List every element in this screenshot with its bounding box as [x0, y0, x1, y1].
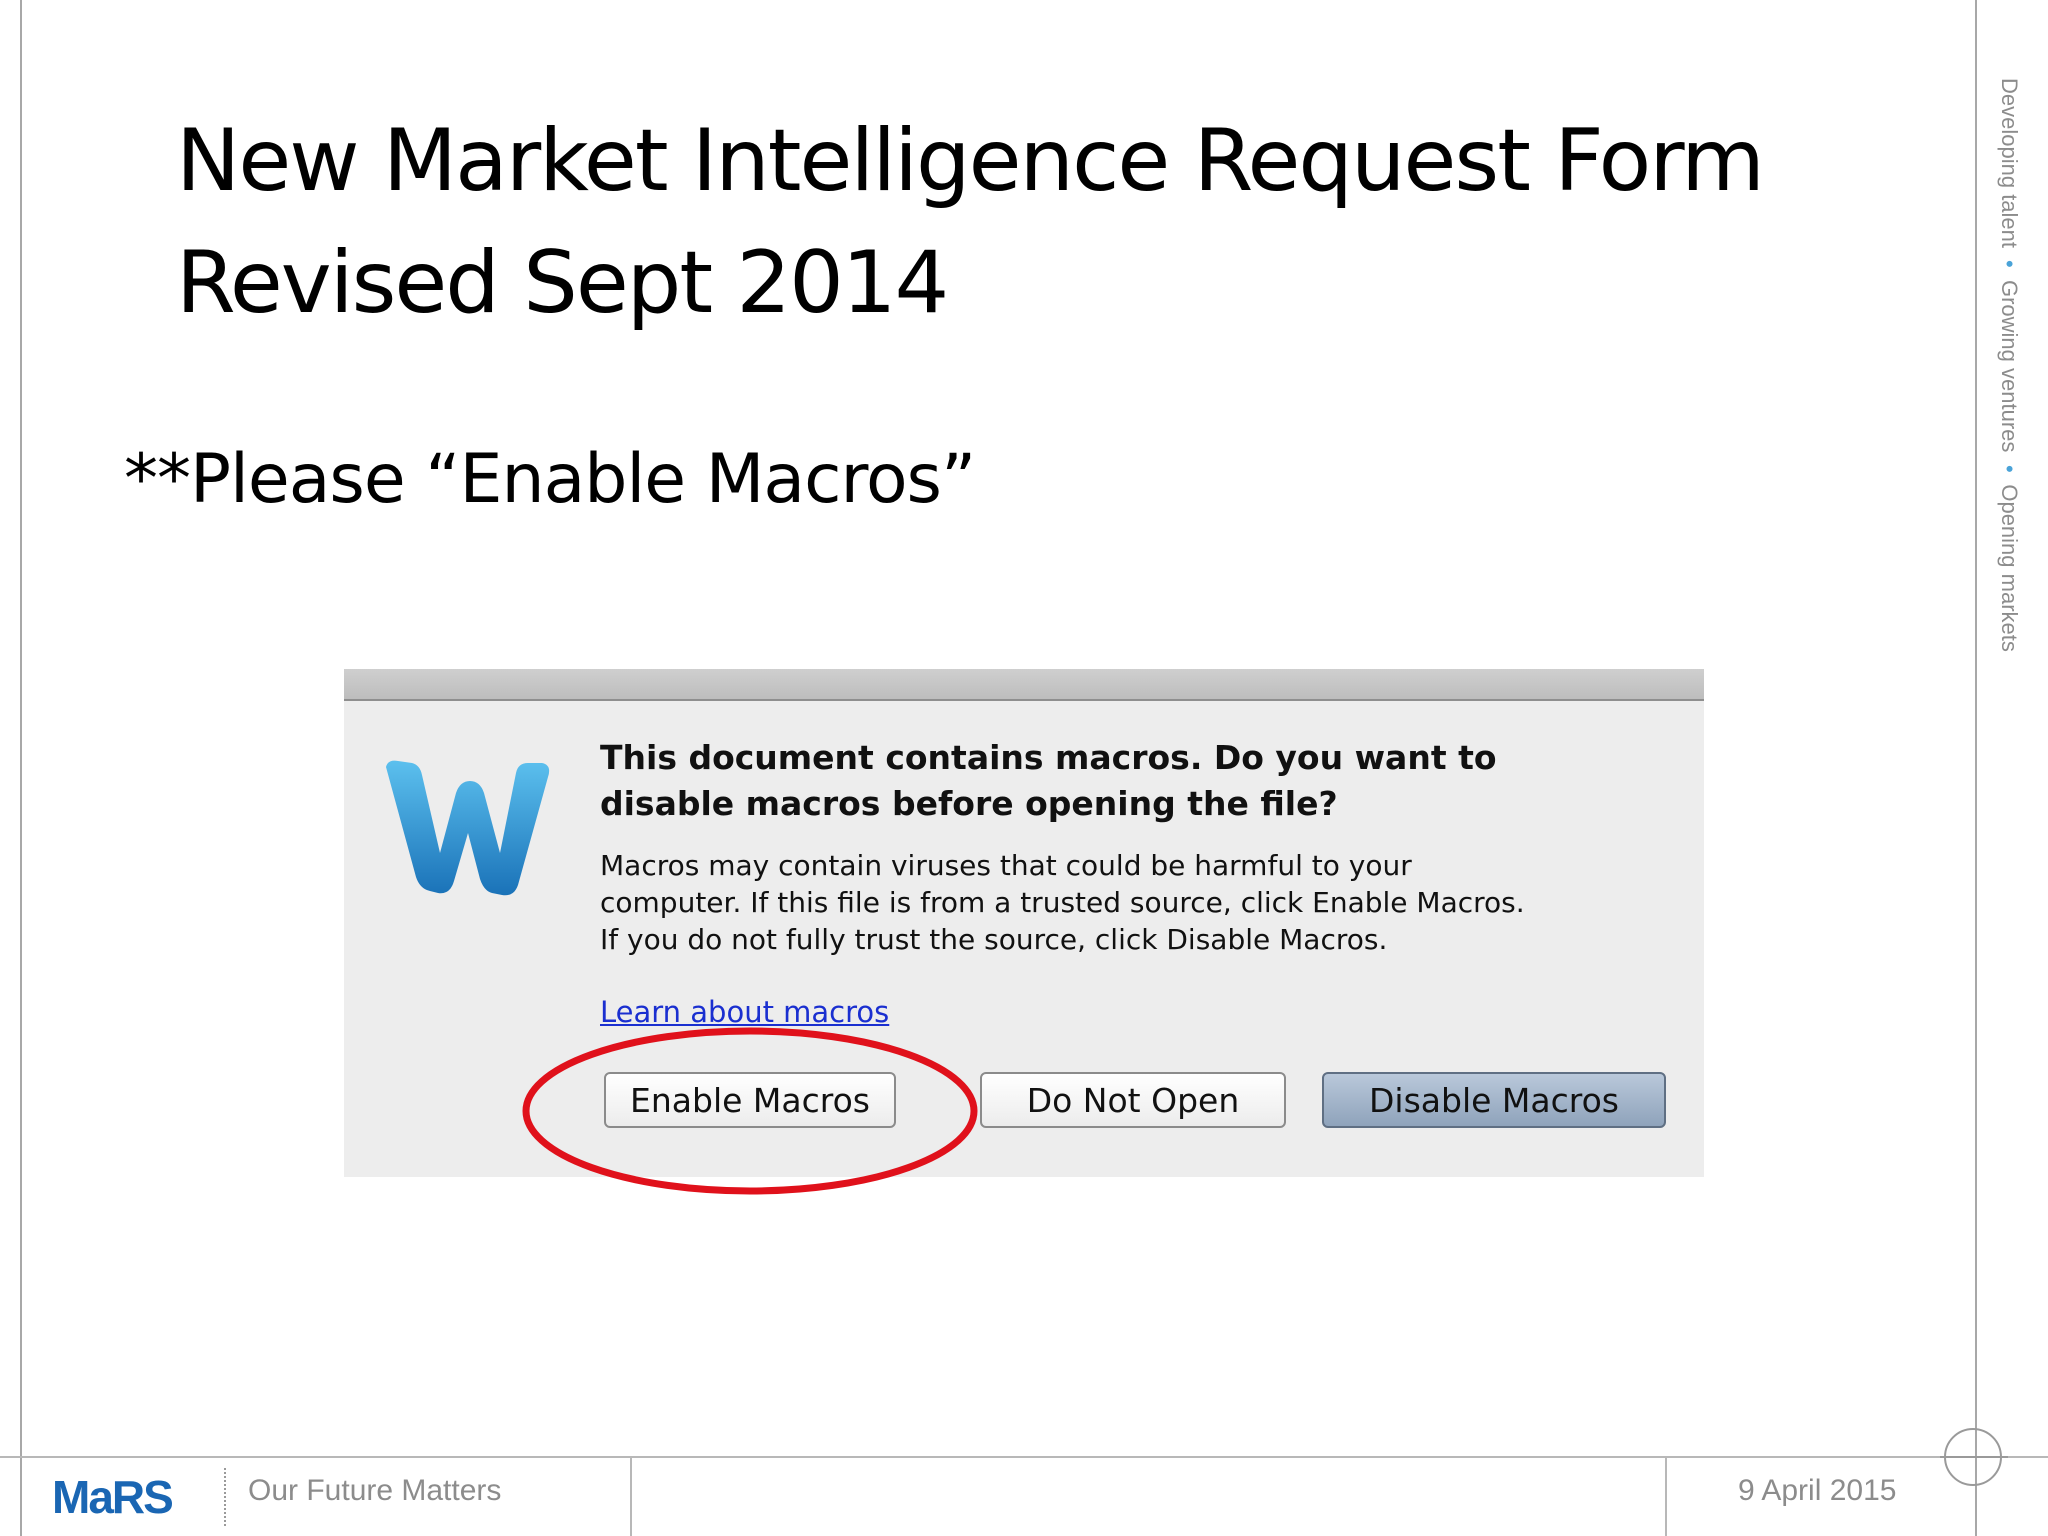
disable-macros-button[interactable]: Disable Macros — [1322, 1072, 1666, 1128]
side-tagline: Developing talent • Growing ventures • O… — [1996, 78, 2022, 652]
slide-title: New Market Intelligence Request Form Rev… — [176, 100, 1876, 344]
footer-separator-right — [1665, 1458, 1667, 1536]
mars-logo: MaRS — [52, 1471, 174, 1523]
footer-rule — [0, 1456, 2048, 1458]
dialog-heading-line2: disable macros before opening the file? — [600, 784, 1338, 823]
slide-title-line2: Revised Sept 2014 — [176, 233, 949, 333]
word-icon — [386, 760, 550, 896]
dialog-heading: This document contains macros. Do you wa… — [600, 735, 1600, 827]
footer-tagline: Our Future Matters — [248, 1474, 502, 1507]
learn-about-macros-link[interactable]: Learn about macros — [600, 995, 889, 1029]
highlight-ellipse — [522, 1027, 978, 1195]
dialog-message-line3: If you do not fully trust the source, cl… — [600, 923, 1388, 956]
dialog-message-line2: computer. If this file is from a trusted… — [600, 886, 1525, 919]
side-tagline-part3: Opening markets — [1997, 484, 2022, 652]
macro-warning-dialog: This document contains macros. Do you wa… — [344, 669, 1704, 1195]
slide-title-line1: New Market Intelligence Request Form — [176, 111, 1765, 211]
side-tagline-dot-icon: • — [1997, 260, 2022, 268]
dialog-titlebar[interactable] — [344, 669, 1704, 701]
slide-left-border — [20, 0, 22, 1536]
side-tagline-part1: Developing talent — [1997, 78, 2022, 249]
footer-date: 9 April 2015 — [1738, 1474, 1897, 1507]
corner-crosshair-line — [1940, 1456, 2008, 1458]
footer-logo-divider — [224, 1468, 226, 1526]
footer-separator-left — [630, 1458, 632, 1536]
slide-right-border — [1975, 0, 1977, 1536]
side-tagline-part2: Growing ventures — [1997, 279, 2022, 453]
dialog-message-line1: Macros may contain viruses that could be… — [600, 849, 1412, 882]
side-tagline-dot-icon: • — [1997, 464, 2022, 473]
dialog-heading-line1: This document contains macros. Do you wa… — [600, 738, 1497, 777]
dialog-message: Macros may contain viruses that could be… — [600, 847, 1660, 958]
enable-macros-notice: **Please “Enable Macros” — [124, 440, 976, 519]
do-not-open-button[interactable]: Do Not Open — [980, 1072, 1286, 1128]
